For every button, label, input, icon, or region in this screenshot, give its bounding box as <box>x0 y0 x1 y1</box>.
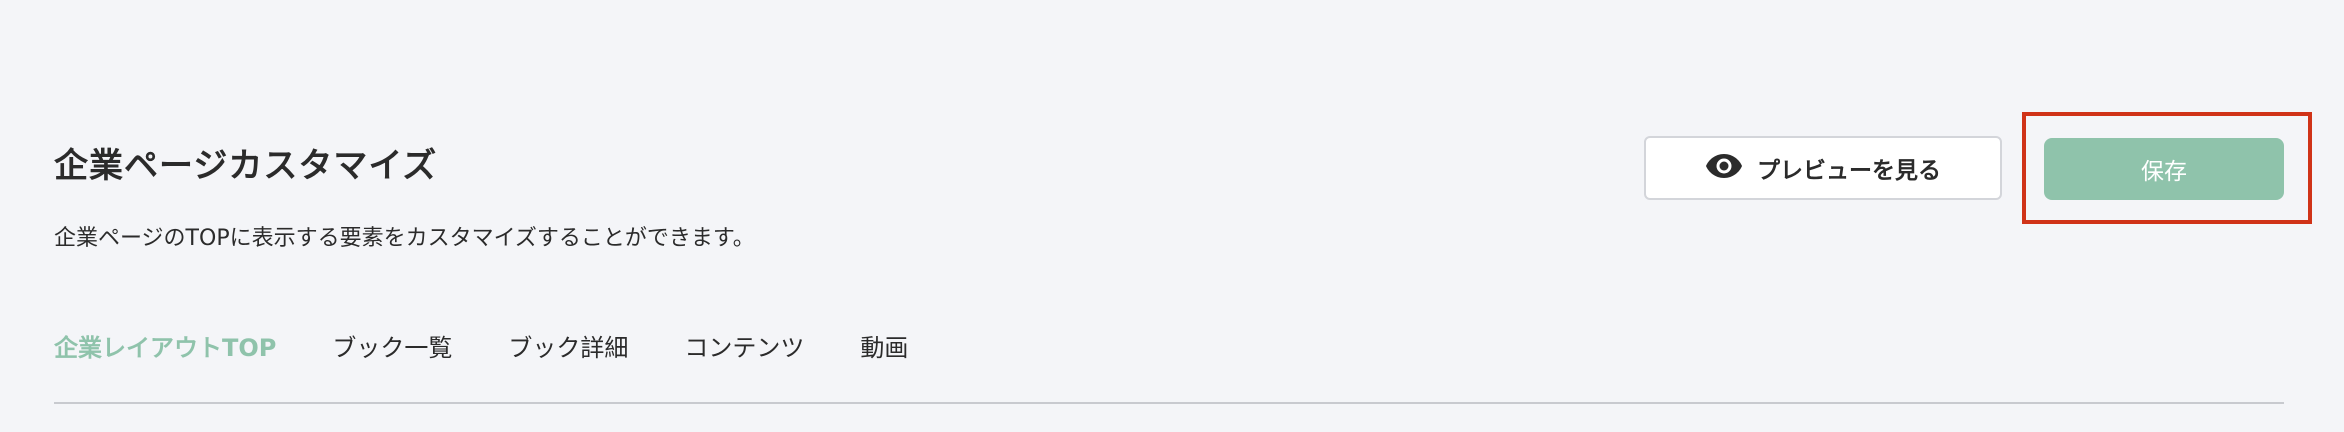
preview-button-label: プレビューを見る <box>1757 158 1941 184</box>
tabs-divider <box>54 402 2284 404</box>
page-description: 企業ページのTOPに表示する要素をカスタマイズすることができます。 <box>54 226 755 251</box>
tab-contents[interactable]: コンテンツ <box>684 328 804 363</box>
save-button-label: 保存 <box>2141 159 2187 185</box>
tab-bar: 企業レイアウトTOP ブック一覧 ブック詳細 コンテンツ 動画 <box>54 328 964 363</box>
save-button[interactable]: 保存 <box>2044 138 2284 200</box>
page-title: 企業ページカスタマイズ <box>54 146 438 186</box>
tab-book-list[interactable]: ブック一覧 <box>332 328 452 363</box>
eye-icon <box>1705 153 1743 183</box>
preview-button[interactable]: プレビューを見る <box>1644 136 2002 200</box>
tab-video[interactable]: 動画 <box>860 328 908 363</box>
customize-page: 企業ページカスタマイズ 企業ページのTOPに表示する要素をカスタマイズすることが… <box>0 0 2344 432</box>
tab-book-detail[interactable]: ブック詳細 <box>508 328 628 363</box>
tab-company-layout-top[interactable]: 企業レイアウトTOP <box>54 328 276 363</box>
